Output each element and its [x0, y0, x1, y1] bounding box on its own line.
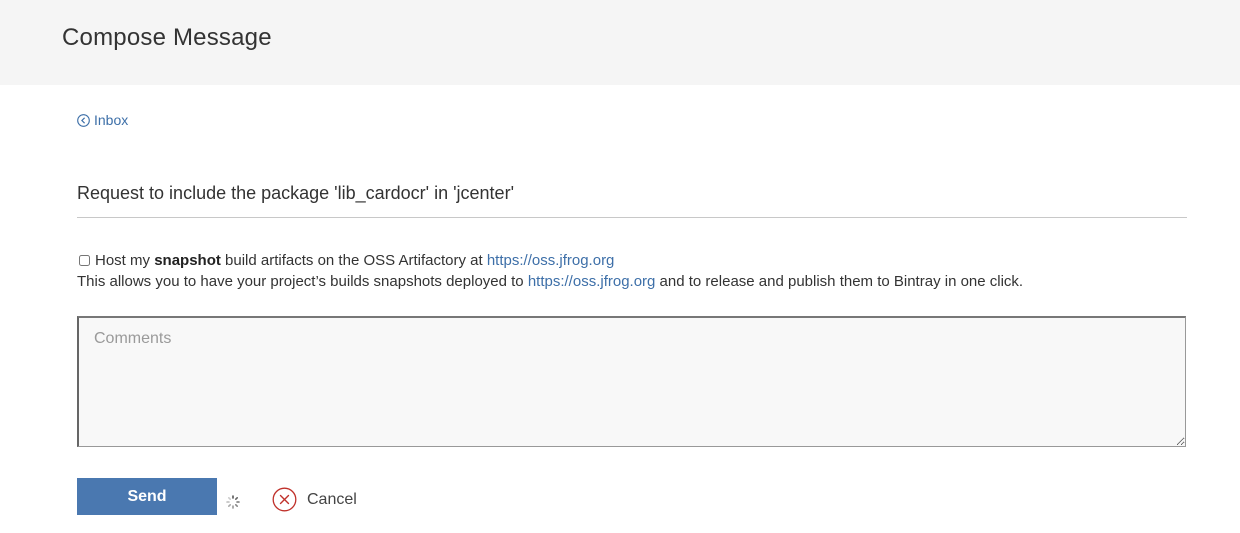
page-header: Compose Message: [0, 0, 1240, 85]
back-to-inbox-link[interactable]: Inbox: [77, 112, 128, 128]
close-circle-icon: [272, 487, 297, 512]
host-snapshot-checkbox[interactable]: [79, 255, 90, 266]
snapshot-option-suffix: build artifacts on the OSS Artifactory a…: [220, 252, 487, 269]
page-title: Compose Message: [62, 24, 272, 51]
oss-artifactory-link[interactable]: https://oss.jfrog.org: [487, 252, 615, 269]
comments-textarea[interactable]: [77, 316, 1186, 447]
cancel-label: Cancel: [307, 490, 357, 508]
send-button[interactable]: Send: [77, 478, 217, 515]
chevron-left-circle-icon: [77, 113, 90, 127]
snapshot-info: This allows you to have your project’s b…: [77, 273, 1023, 290]
back-link-label: Inbox: [94, 112, 129, 128]
subject-divider: [77, 217, 1187, 218]
cancel-button[interactable]: Cancel: [272, 487, 357, 512]
snapshot-option-bold: snapshot: [154, 252, 221, 269]
snapshot-option: Host my snapshot build artifacts on the …: [77, 252, 614, 269]
spinner-icon: [226, 495, 240, 509]
snapshot-option-prefix: Host my: [95, 252, 155, 269]
info-suffix: and to release and publish them to Bintr…: [655, 273, 1024, 290]
info-prefix: This allows you to have your project’s b…: [77, 273, 528, 290]
message-subject: Request to include the package 'lib_card…: [77, 183, 515, 203]
oss-jfrog-link[interactable]: https://oss.jfrog.org: [528, 273, 656, 290]
